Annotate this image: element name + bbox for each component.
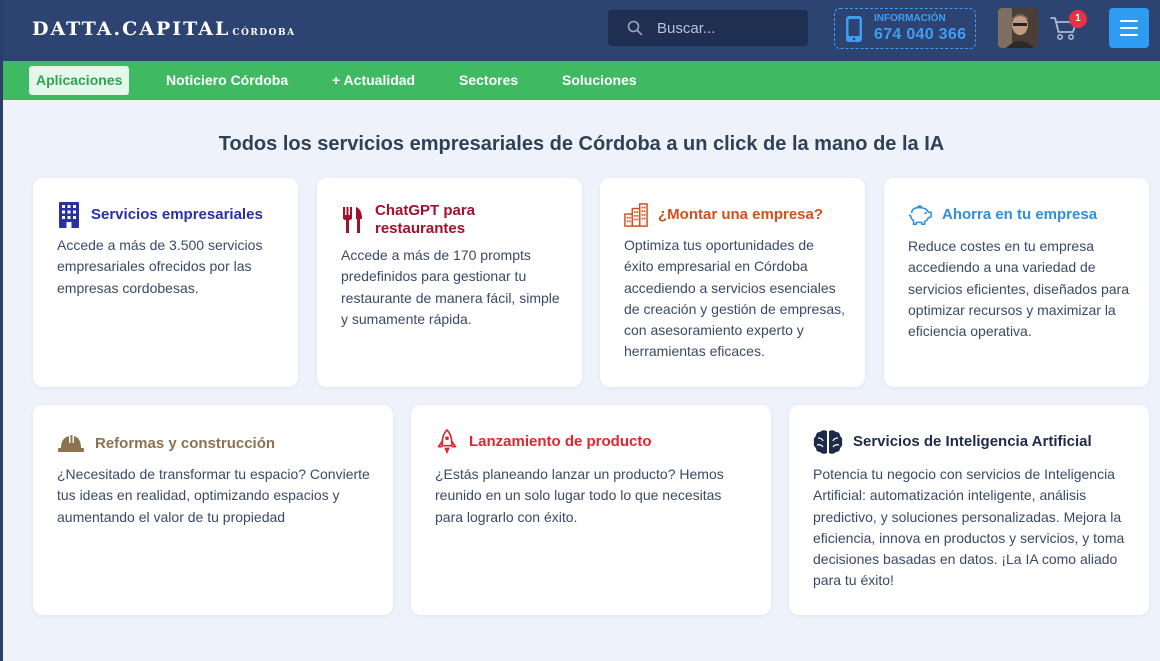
card-lanzamiento-producto[interactable]: Lanzamiento de producto ¿Estás planeando… <box>411 405 771 615</box>
search-input[interactable] <box>657 19 797 37</box>
nav-item-aplicaciones[interactable]: Aplicaciones <box>29 66 130 95</box>
card-title: ¿Montar una empresa? <box>658 206 824 223</box>
page-title: Todos los servicios empresariales de Cór… <box>218 133 945 155</box>
card-ahorra-empresa[interactable]: Ahorra en tu empresa Reduce costes en tu… <box>884 178 1149 387</box>
menu-bar <box>1120 27 1138 29</box>
info-phone-number[interactable]: 674 040 366 <box>874 27 966 43</box>
card-inteligencia-artificial[interactable]: Servicios de Inteligencia Artificial Pot… <box>789 405 1149 615</box>
cart-count-badge: 1 <box>1069 10 1087 28</box>
hard-hat-icon <box>58 435 84 452</box>
card-text: Accede a más de 170 prompts predefinidos… <box>341 247 560 327</box>
card-text: Reduce costes en tu empresa accediendo a… <box>908 238 1130 340</box>
brain-icon <box>813 430 843 454</box>
menu-bar <box>1120 20 1138 22</box>
utensils-icon <box>343 207 362 233</box>
card-montar-empresa[interactable]: ¿Montar una empresa? Optimiza tus oportu… <box>600 178 865 387</box>
card-title: Reformas y construcción <box>95 435 276 452</box>
card-title: Lanzamiento de producto <box>469 433 652 450</box>
nav-item-actualidad[interactable]: + Actualidad <box>325 66 422 95</box>
info-label: INFORMACIÓN <box>874 13 946 24</box>
menu-bar <box>1120 34 1138 36</box>
card-text: ¿Necesitado de transformar tu espacio? C… <box>57 466 370 525</box>
main-nav: Aplicaciones Noticiero Córdoba + Actuali… <box>3 61 1160 100</box>
card-title: Servicios de Inteligencia Artificial <box>853 433 1092 450</box>
rocket-icon <box>437 429 457 455</box>
hamburger-menu-button[interactable] <box>1109 8 1149 48</box>
card-title: Ahorra en tu empresa <box>942 206 1098 223</box>
city-icon <box>624 203 648 227</box>
nav-item-noticiero[interactable]: Noticiero Córdoba <box>159 66 295 95</box>
card-title: ChatGPT para restaurantes <box>375 202 476 237</box>
logo-text: DATTA.CAPITAL <box>32 18 231 40</box>
nav-item-soluciones[interactable]: Soluciones <box>555 66 644 95</box>
nav-item-sectores[interactable]: Sectores <box>452 66 525 95</box>
card-title: Servicios empresariales <box>91 206 263 223</box>
search-icon[interactable] <box>627 20 643 36</box>
card-text: ¿Estás planeando lanzar un producto? Hem… <box>435 466 724 525</box>
site-logo[interactable]: DATTA.CAPITAL CÓRDOBA <box>32 18 296 40</box>
building-icon <box>59 202 79 228</box>
card-text: Optimiza tus oportunidades de éxito empr… <box>624 237 846 360</box>
card-text: Accede a más de 3.500 servicios empresar… <box>57 237 263 296</box>
avatar-image <box>998 8 1038 48</box>
user-avatar[interactable] <box>998 8 1038 48</box>
top-header: DATTA.CAPITALCÓRDOBA INFORMACIÓN 674 040… <box>3 0 1160 61</box>
piggy-bank-icon <box>908 205 932 226</box>
logo-subtext: CÓRDOBA <box>232 28 296 38</box>
card-text: Potencia tu negocio con servicios de Int… <box>813 466 1125 589</box>
card-reformas-construccion[interactable]: Reformas y construcción ¿Necesitado de t… <box>33 405 393 615</box>
info-phone-box[interactable]: INFORMACIÓN 674 040 366 <box>834 8 976 49</box>
mobile-phone-icon <box>846 15 862 42</box>
search-box[interactable] <box>608 10 808 46</box>
card-chatgpt-restaurantes[interactable]: ChatGPT para restaurantes Accede a más d… <box>317 178 582 387</box>
card-servicios-empresariales[interactable]: Servicios empresariales Accede a más de … <box>33 178 298 387</box>
